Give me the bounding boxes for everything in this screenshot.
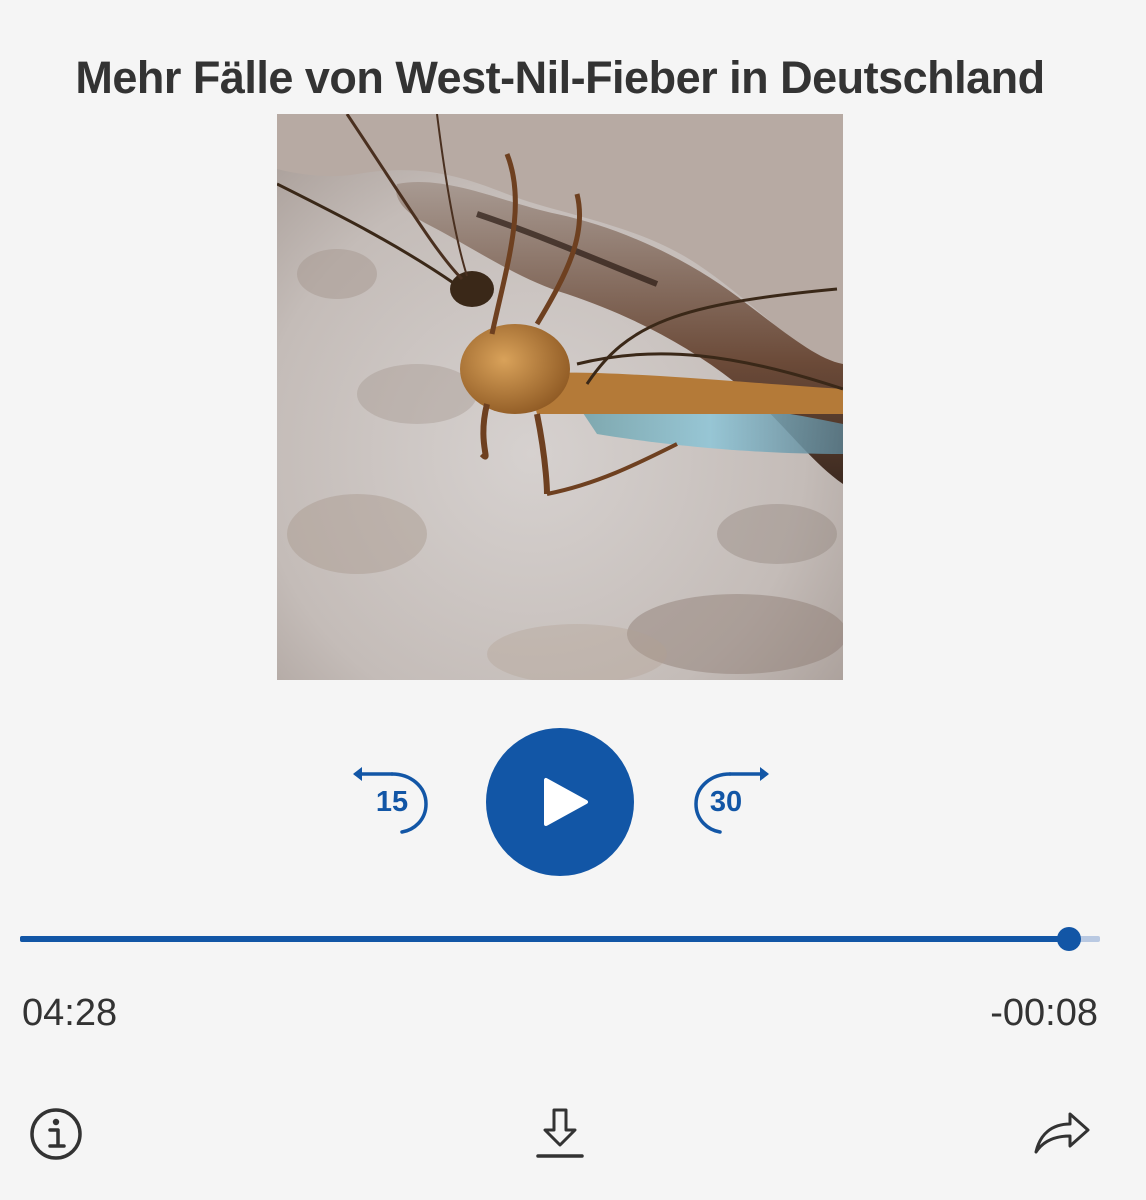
share-icon: [1034, 1112, 1090, 1154]
episode-title: Mehr Fälle von West-Nil-Fieber in Deutsc…: [75, 52, 1045, 104]
download-button[interactable]: [528, 1102, 592, 1166]
share-button[interactable]: [1030, 1100, 1094, 1164]
skip-back-15-button[interactable]: 15: [348, 764, 434, 836]
info-button[interactable]: [24, 1102, 88, 1166]
skip-back-label: 15: [375, 786, 409, 818]
mosquito-cover-image: [277, 114, 843, 680]
progress-bar[interactable]: [20, 927, 1100, 951]
progress-fill: [20, 936, 1069, 942]
play-button[interactable]: [486, 728, 634, 876]
info-icon: [30, 1108, 82, 1160]
progress-thumb[interactable]: [1056, 927, 1081, 951]
skip-forward-30-button[interactable]: 30: [688, 764, 774, 836]
episode-artwork: [277, 114, 843, 680]
skip-forward-label: 30: [709, 786, 743, 818]
download-icon: [536, 1108, 584, 1158]
play-icon: [544, 778, 588, 826]
remaining-time: -00:08: [990, 992, 1098, 1034]
elapsed-time: 04:28: [22, 992, 118, 1034]
